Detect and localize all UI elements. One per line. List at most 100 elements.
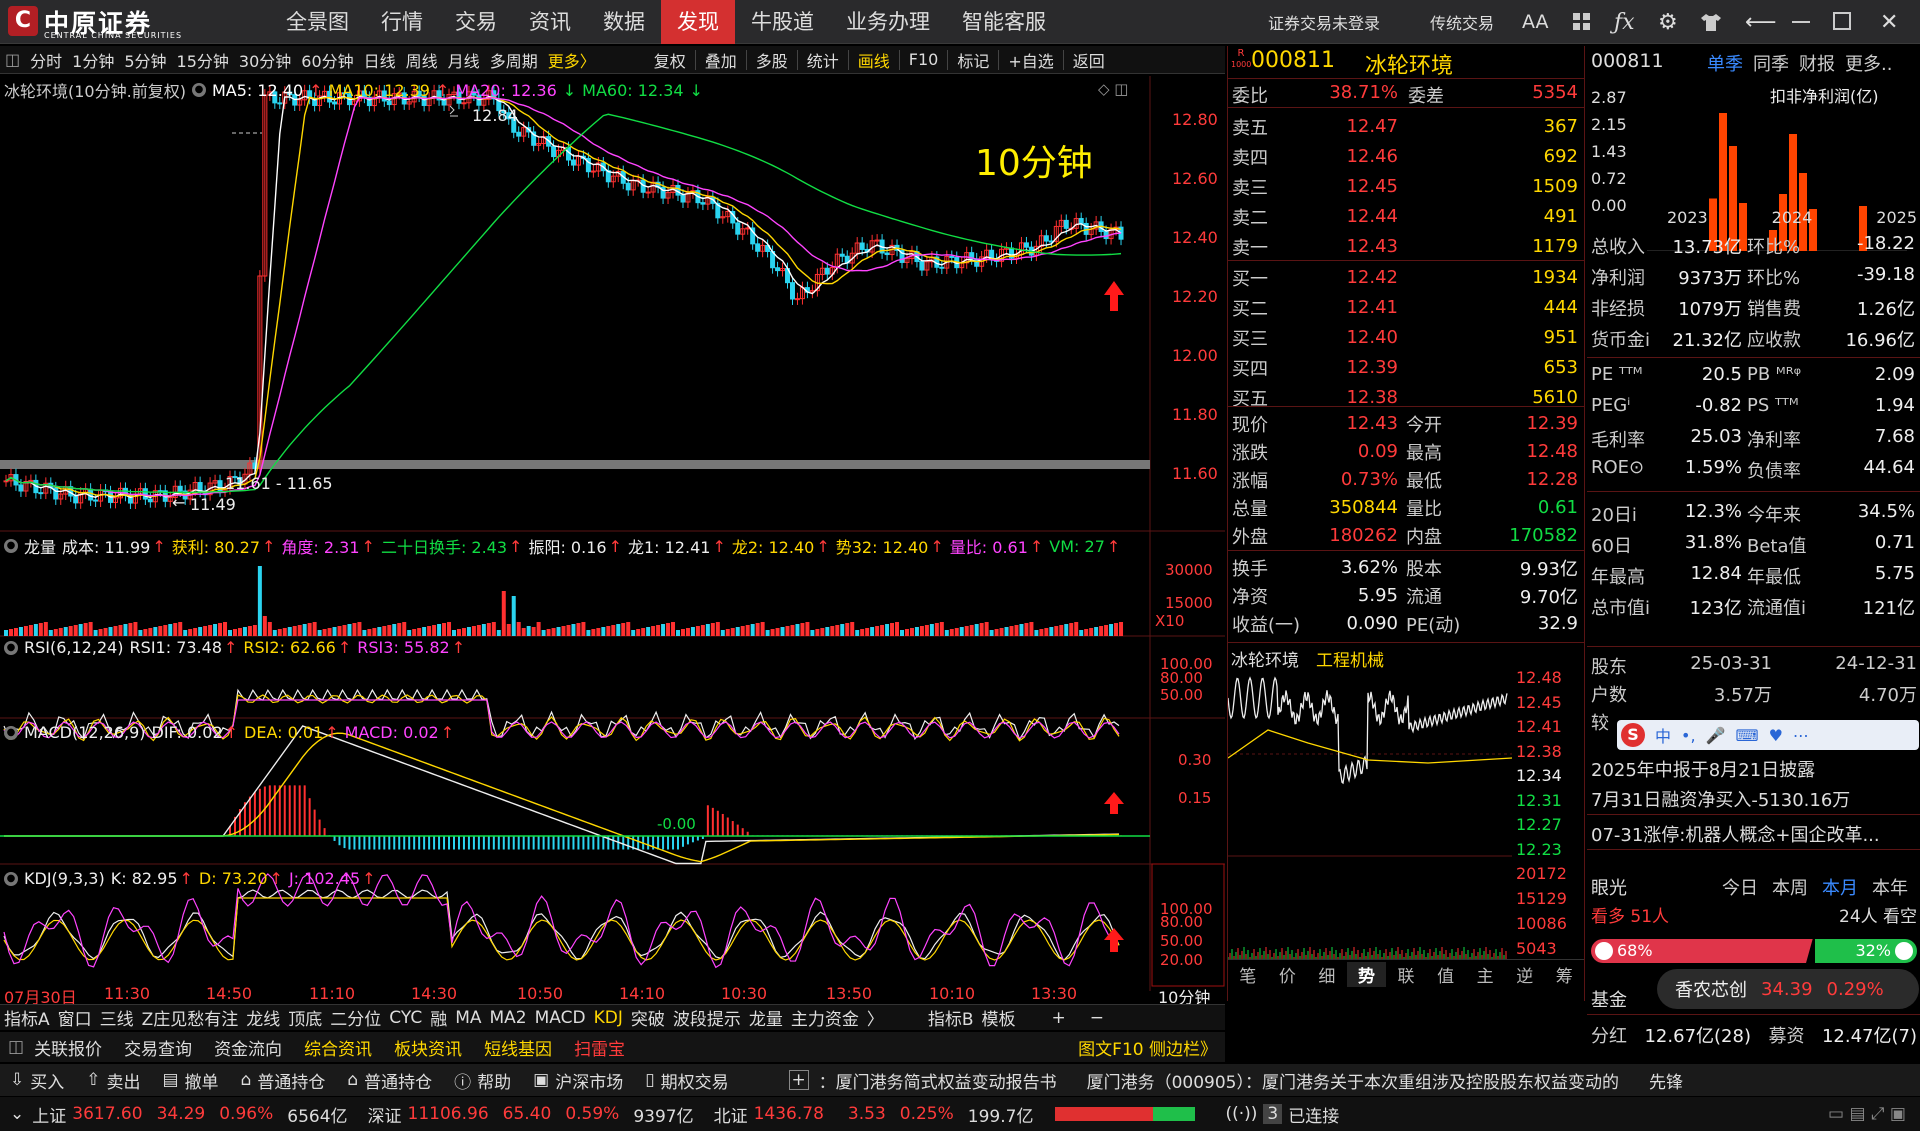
news-item[interactable]: 7月31日融资净买入-5130.16万 xyxy=(1591,786,1850,812)
period-tab[interactable]: 今日 xyxy=(1722,874,1758,900)
eye-icon[interactable]: ● xyxy=(191,83,206,97)
ime-toolbar[interactable]: S 中 •, 🎤 ⌨ ♥ ⋯ xyxy=(1617,720,1919,750)
intraday-mini-chart[interactable] xyxy=(1228,668,1512,960)
quote-tab[interactable]: 值 xyxy=(1426,962,1466,987)
gear-icon[interactable]: ⚙ xyxy=(1658,0,1678,44)
indicator-tab[interactable]: 模板 xyxy=(978,1005,1020,1030)
home-icon[interactable]: ⌂ xyxy=(241,1070,252,1090)
tool-button[interactable]: 标记 xyxy=(952,48,994,72)
indicator-tab[interactable]: CYC xyxy=(385,1008,426,1028)
position-button[interactable]: 普通持仓 xyxy=(257,1068,325,1093)
indicator-tab[interactable]: 波段提示 xyxy=(669,1005,745,1030)
menu-item-active[interactable]: 发现 xyxy=(661,0,735,44)
font-size-icon[interactable]: AA xyxy=(1522,0,1549,44)
fin-tab[interactable]: 更多.. xyxy=(1845,50,1892,76)
eye-icon[interactable]: ● xyxy=(4,725,18,740)
indicator-tab[interactable]: 融 xyxy=(426,1005,451,1030)
eye-icon[interactable]: ● xyxy=(4,871,18,886)
indicator-value[interactable]: KDJ(9,3,3) xyxy=(24,869,105,888)
diamond-icon[interactable]: ◇ ◫ xyxy=(1098,80,1128,98)
market-icon[interactable]: ▣ xyxy=(533,1070,549,1090)
period-tab[interactable]: 本周 xyxy=(1772,874,1808,900)
close-icon[interactable]: ✕ xyxy=(1880,0,1898,44)
back-arrow-icon[interactable]: ⟵ xyxy=(1745,0,1777,44)
help-button[interactable]: 帮助 xyxy=(477,1068,511,1093)
indicator-tab[interactable]: MA2 xyxy=(486,1008,531,1028)
keyboard-icon[interactable]: ⌨ xyxy=(1735,726,1758,745)
indicator-tab[interactable]: MA xyxy=(451,1008,485,1028)
tool-button[interactable]: 统计 xyxy=(802,48,844,72)
panel-icon[interactable]: ◫ xyxy=(8,1037,24,1057)
index-name[interactable]: 北证 xyxy=(714,1102,748,1127)
indicator-value[interactable]: 龙量 xyxy=(24,534,56,558)
quote-tab[interactable]: 联 xyxy=(1386,962,1426,987)
quote-tab[interactable]: 价 xyxy=(1268,962,1308,987)
brand-logo[interactable]: C 中原证券 CENTRAL CHINA SECURITIES xyxy=(8,4,188,40)
indicator-tab[interactable]: Z庄见愁有注 xyxy=(138,1005,243,1030)
remove-tab-icon[interactable]: − xyxy=(1086,1008,1108,1028)
tool-button[interactable]: 复权 xyxy=(649,48,691,72)
tool-button[interactable]: F10 xyxy=(904,50,944,69)
indicator-tab[interactable]: MACD xyxy=(531,1008,590,1028)
chart-title[interactable]: 冰轮环境(10分钟.前复权) xyxy=(4,78,186,102)
indicator-value[interactable]: MACD(12,26,9) xyxy=(24,723,146,742)
fin-tab[interactable]: 财报 xyxy=(1799,50,1835,76)
quote-tab[interactable]: 筹 xyxy=(1545,962,1585,987)
eye-icon[interactable]: ● xyxy=(4,539,18,553)
indicator-tab[interactable]: 突破 xyxy=(627,1005,669,1030)
panel-toggle-icon[interactable]: ◫ xyxy=(0,50,25,69)
fin-tab-active[interactable]: 单季 xyxy=(1707,50,1743,76)
menu-item[interactable]: 数据 xyxy=(587,0,661,44)
news-item[interactable]: 2025年中报于8月21日披露 xyxy=(1591,756,1815,782)
eye-icon[interactable]: ● xyxy=(4,640,18,655)
menu-item[interactable]: 全景图 xyxy=(270,0,365,44)
link-item[interactable]: 综合资讯 xyxy=(304,1035,372,1060)
position-button[interactable]: 普通持仓 xyxy=(364,1068,432,1093)
fund-popup[interactable]: 香农芯创 34.39 0.29% xyxy=(1657,969,1919,1009)
link-item[interactable]: 交易查询 xyxy=(124,1035,192,1060)
period-tab[interactable]: 1分钟 xyxy=(67,48,119,72)
indicator-tab[interactable]: KDJ xyxy=(590,1008,627,1028)
quote-tab[interactable]: 笔 xyxy=(1228,962,1268,987)
menu-item[interactable]: 智能客服 xyxy=(946,0,1062,44)
news-ticker[interactable]: ：厦门港务简式权益变动报告书 厦门港务（000905）：厦门港务关于本次重组涉及控… xyxy=(819,1068,1869,1093)
quote-tab[interactable]: 逆 xyxy=(1505,962,1545,987)
status-menu-icon[interactable]: ⌄ xyxy=(10,1104,24,1124)
indicator-tab[interactable]: 指标B xyxy=(924,1005,978,1030)
option-icon[interactable]: ▯ xyxy=(645,1070,654,1090)
period-tab[interactable]: 月线 xyxy=(443,48,485,72)
minimize-icon[interactable] xyxy=(1792,21,1810,23)
layout-grid-icon[interactable] xyxy=(1572,12,1592,32)
fin-tab[interactable]: 同季 xyxy=(1753,50,1789,76)
period-tab[interactable]: 日线 xyxy=(359,48,401,72)
sell-icon[interactable]: ⇧ xyxy=(86,1070,100,1090)
link-item[interactable]: 关联报价 xyxy=(34,1035,102,1060)
period-tab[interactable]: 本年 xyxy=(1872,874,1908,900)
menu-item[interactable]: 资讯 xyxy=(513,0,587,44)
indicator-tab[interactable]: 龙线 xyxy=(242,1005,284,1030)
tool-button[interactable]: 多股 xyxy=(751,48,793,72)
cancel-order-button[interactable]: 撤单 xyxy=(185,1068,219,1093)
sell-button[interactable]: 卖出 xyxy=(107,1068,141,1093)
formula-icon[interactable]: ƒx xyxy=(1614,0,1635,44)
help-icon[interactable]: ⓘ xyxy=(454,1068,471,1093)
period-tab[interactable]: 30分钟 xyxy=(234,48,296,72)
skin-icon[interactable]: ♥ xyxy=(1769,726,1783,745)
indicator-value[interactable]: RSI(6,12,24) xyxy=(24,638,124,657)
period-tab[interactable]: 多周期 xyxy=(485,48,543,72)
ime-logo-icon[interactable]: S xyxy=(1621,723,1645,747)
index-name[interactable]: 深证 xyxy=(368,1102,402,1127)
indicator-tab[interactable]: 〉 xyxy=(863,1005,888,1030)
quote-tab[interactable]: 主 xyxy=(1465,962,1505,987)
option-button[interactable]: 期权交易 xyxy=(661,1068,729,1093)
classic-trade-link[interactable]: 传统交易 xyxy=(1430,0,1494,44)
tool-button[interactable]: 叠加 xyxy=(700,48,742,72)
buy-button[interactable]: 买入 xyxy=(30,1068,64,1093)
link-item[interactable]: 扫雷宝 xyxy=(574,1035,625,1060)
menu-item[interactable]: 牛股道 xyxy=(735,0,830,44)
period-tab[interactable]: 分时 xyxy=(25,48,67,72)
cancel-icon[interactable]: ▤ xyxy=(163,1070,179,1090)
menu-item[interactable]: 交易 xyxy=(439,0,513,44)
window-controls-icon[interactable]: ▭ ▤ ⤢ ▣ xyxy=(1828,1104,1906,1124)
add-tab-icon[interactable]: + xyxy=(1048,1008,1070,1028)
